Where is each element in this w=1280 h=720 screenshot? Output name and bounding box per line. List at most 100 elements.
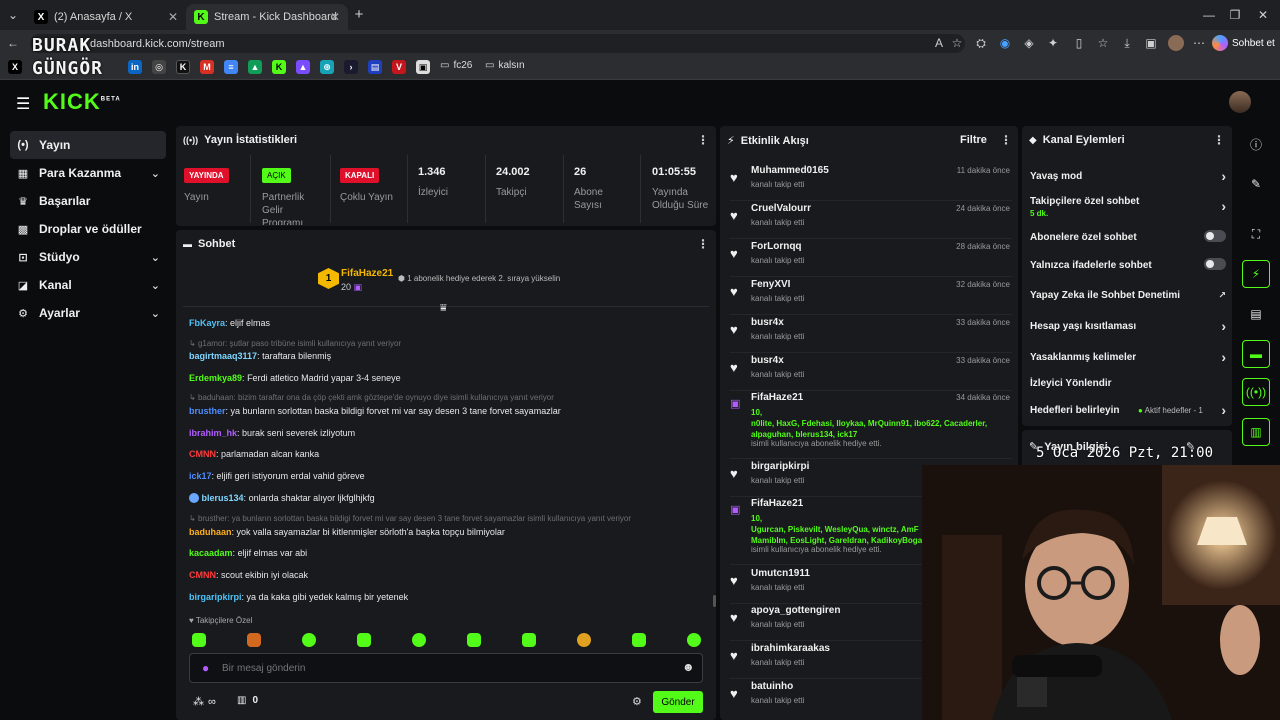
emote-icon[interactable]: [467, 633, 481, 647]
banned-words-item[interactable]: Yasaklanmış kelimeler ›: [1030, 349, 1226, 365]
chat-username[interactable]: kacaadam: [189, 548, 233, 558]
activity-user[interactable]: CruelValourr: [751, 203, 811, 214]
emote-icon[interactable]: [247, 633, 261, 647]
profile-avatar[interactable]: [1168, 35, 1184, 51]
chat-username[interactable]: birgaripkirpi: [189, 592, 242, 602]
url-field[interactable]: dashboard.kick.com/stream: [30, 34, 965, 53]
info-icon[interactable]: ⓘ: [1242, 130, 1270, 158]
bookmark-app-icon[interactable]: ⊕: [320, 60, 334, 74]
activity-user[interactable]: ForLornqq: [751, 241, 802, 252]
chat-username[interactable]: bagirtmaaq3117: [189, 351, 257, 361]
activity-user[interactable]: apoya_gottengiren: [751, 605, 840, 616]
chat-username[interactable]: FbKayra: [189, 318, 225, 328]
activity-user[interactable]: FenyXVI: [751, 279, 790, 290]
activity-user[interactable]: Muhammed0165: [751, 165, 829, 176]
emote-icon[interactable]: [357, 633, 371, 647]
kick-logo[interactable]: KICKBETA: [43, 89, 121, 115]
copilot-button[interactable]: Sohbet et: [1212, 33, 1275, 53]
close-window-icon[interactable]: ✕: [1256, 8, 1270, 22]
pencil-icon[interactable]: ✎: [1242, 170, 1270, 198]
screenshot-icon[interactable]: ▣: [1144, 36, 1158, 50]
subs-only-toggle[interactable]: [1204, 230, 1226, 242]
close-icon[interactable]: ✕: [330, 10, 340, 24]
restore-icon[interactable]: ❐: [1228, 8, 1242, 22]
bookmark-linkedin-icon[interactable]: in: [128, 60, 142, 74]
activity-user[interactable]: Umutcn1911: [751, 568, 810, 579]
chat-settings-icon[interactable]: ⚙: [632, 695, 642, 708]
slow-mode-item[interactable]: Yavaş mod ›: [1030, 168, 1226, 184]
favorites-icon[interactable]: ☆: [1096, 36, 1110, 50]
emote-icon[interactable]: [577, 633, 591, 647]
bookmark-app-icon[interactable]: ▣: [416, 60, 430, 74]
chat-username[interactable]: CMNN: [189, 449, 216, 459]
downloads-icon[interactable]: ⤓: [1120, 36, 1134, 50]
activity-user[interactable]: FifaHaze21: [751, 392, 803, 403]
emote-icon[interactable]: [632, 633, 646, 647]
tab-list-icon[interactable]: ⌄: [6, 8, 20, 22]
emotes-only-toggle[interactable]: [1204, 258, 1226, 270]
emoji-picker-icon[interactable]: ☻: [682, 660, 695, 674]
hamburger-menu-icon[interactable]: ☰: [16, 94, 30, 114]
activity-more-icon[interactable]: ⋮: [1000, 133, 1012, 147]
send-button[interactable]: Gönder: [653, 691, 703, 713]
sidebar-item-kanal[interactable]: ◪ Kanal ⌄: [10, 271, 166, 299]
activity-user[interactable]: FifaHaze21: [751, 498, 803, 509]
bookmark-x-icon[interactable]: X: [8, 60, 22, 74]
broadcast-icon[interactable]: ((•)): [1242, 378, 1270, 406]
ai-moderation-item[interactable]: Yapay Zeka ile Sohbet Denetimi ↗: [1030, 290, 1226, 301]
age-restriction-item[interactable]: Hesap yaşı kısıtlaması ›: [1030, 318, 1226, 334]
lightning-icon[interactable]: ⚡: [1242, 260, 1270, 288]
bookmark-kick-green-icon[interactable]: K: [272, 60, 286, 74]
emote-icon[interactable]: [192, 633, 206, 647]
activity-user[interactable]: ibrahimkaraakas: [751, 643, 830, 654]
panel-icon[interactable]: ▥: [1242, 418, 1270, 446]
new-tab-icon[interactable]: +: [352, 7, 366, 22]
extension-icon[interactable]: ◈: [1022, 36, 1036, 50]
fullscreen-icon[interactable]: ⛶: [1242, 220, 1270, 248]
bookmark-drive-icon[interactable]: ▲: [248, 60, 262, 74]
document-icon[interactable]: ▤: [1242, 300, 1270, 328]
bookmark-kick-icon[interactable]: K: [176, 60, 190, 74]
chat-username[interactable]: ibrahim_hk: [189, 428, 237, 438]
sidebar-item-studyo[interactable]: ⊡ Stüdyo ⌄: [10, 243, 166, 271]
extension-icon[interactable]: ⛭: [974, 36, 988, 50]
chat-username[interactable]: Erdemkya89: [189, 373, 242, 383]
back-icon[interactable]: ←: [6, 36, 20, 50]
chat-more-icon[interactable]: ⋮: [697, 237, 709, 251]
activity-user[interactable]: busr4x: [751, 355, 784, 366]
stats-more-icon[interactable]: ⋮: [697, 133, 709, 147]
bookmark-app-icon[interactable]: ›: [344, 60, 358, 74]
goals-item[interactable]: Hedefleri belirleyin ● Aktif hedefler - 1…: [1030, 402, 1226, 418]
chat-input-wrapper[interactable]: ● ☻: [189, 653, 703, 683]
gift-counter[interactable]: ▥ 0: [237, 695, 258, 706]
bookmark-folder-kalsin[interactable]: ▭ kalsın: [485, 60, 525, 71]
top-gifter-name[interactable]: FifaHaze21: [341, 268, 393, 279]
channel-actions-more-icon[interactable]: ⋮: [1213, 133, 1225, 147]
chat-username[interactable]: ick17: [189, 471, 212, 481]
extension-icon[interactable]: ◉: [998, 36, 1012, 50]
bookmark-app-icon[interactable]: V: [392, 60, 406, 74]
chat-bubble-icon[interactable]: ▬: [1242, 340, 1270, 368]
stat-partner-program[interactable]: AÇIK Partnerlik Gelir Programı: [262, 165, 337, 225]
favorite-star-icon[interactable]: ☆: [950, 36, 964, 50]
minimize-icon[interactable]: —: [1202, 8, 1216, 22]
chat-username[interactable]: blerus134: [202, 493, 244, 503]
activity-user[interactable]: birgaripkirpi: [751, 461, 809, 472]
emote-icon[interactable]: [302, 633, 316, 647]
bookmark-globe-icon[interactable]: ◎: [152, 60, 166, 74]
sidebar-item-droplar[interactable]: ▩ Droplar ve ödüller: [10, 215, 166, 243]
chat-message-input[interactable]: [222, 660, 662, 676]
chat-scrollbar[interactable]: [713, 595, 716, 607]
bookmark-folder-fc26[interactable]: ▭ fc26: [440, 60, 472, 71]
chat-username[interactable]: brusther: [189, 406, 226, 416]
channel-points[interactable]: ⁂ ∞: [193, 695, 216, 709]
sidebar-item-ayarlar[interactable]: ⚙ Ayarlar ⌄: [10, 299, 166, 327]
stat-multistream[interactable]: KAPALI Çoklu Yayın: [340, 165, 410, 204]
browser-tab-x[interactable]: X (2) Anasayfa / X ✕: [26, 4, 186, 30]
followers-only-item[interactable]: Takipçilere özel sohbet 5 dk. ›: [1030, 196, 1226, 218]
chat-username[interactable]: baduhaan: [189, 527, 232, 537]
microphone-icon[interactable]: ●: [202, 661, 209, 675]
activity-user[interactable]: busr4x: [751, 317, 784, 328]
sidebar-item-basarilar[interactable]: ♛ Başarılar: [10, 187, 166, 215]
split-screen-icon[interactable]: ▯: [1072, 36, 1086, 50]
